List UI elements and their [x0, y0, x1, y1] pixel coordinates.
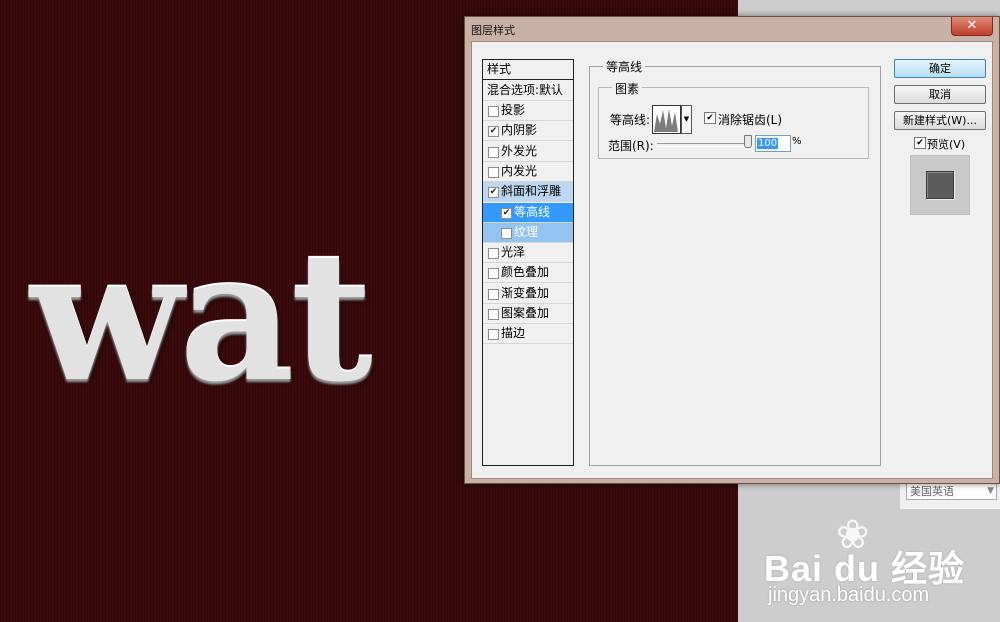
style-item[interactable]: 描边: [483, 324, 573, 345]
style-item-checkbox[interactable]: ✔: [488, 126, 499, 138]
antialias-checkbox[interactable]: ✔: [704, 112, 716, 124]
style-item[interactable]: 颜色叠加: [483, 263, 573, 284]
contour-picker[interactable]: [652, 105, 681, 134]
style-item-checkbox[interactable]: [488, 309, 499, 320]
range-value: 100: [757, 138, 779, 149]
style-item[interactable]: 外发光: [483, 142, 573, 162]
style-item-label: 描边: [501, 326, 526, 341]
style-item-checkbox[interactable]: [488, 288, 499, 300]
preview-checkbox[interactable]: ✔: [914, 137, 926, 149]
style-item[interactable]: 投影: [483, 101, 573, 121]
style-item-checkbox[interactable]: ✔: [501, 207, 512, 219]
chevron-down-icon: ▼: [987, 486, 994, 496]
style-item-label: 斜面和浮雕: [501, 184, 562, 199]
group-title: 图素: [612, 80, 643, 97]
style-item[interactable]: ✔ 斜面和浮雕: [483, 182, 573, 203]
ok-button[interactable]: 确定: [894, 59, 986, 78]
style-item-checkbox[interactable]: [488, 268, 499, 280]
style-item[interactable]: 光泽: [483, 243, 573, 264]
dialog-client: 样式 混合选项:默认 投影 ✔ 内阴影 外发光 内发光 ✔ 斜面和浮雕 ✔ 等高线 纹理 光泽 颜色叠…: [471, 41, 993, 479]
style-list-header[interactable]: 样式: [483, 60, 573, 80]
style-item[interactable]: 渐变叠加: [483, 284, 573, 304]
preview-swatch: [926, 171, 954, 199]
style-item-label: 渐变叠加: [501, 285, 550, 300]
range-input[interactable]: 100: [755, 135, 791, 152]
contour-dropdown-button[interactable]: ▼: [681, 105, 692, 134]
preview-label: 预览(V): [927, 138, 966, 151]
style-item[interactable]: 图案叠加: [483, 304, 573, 324]
layer-text: wat: [30, 212, 373, 421]
dialog-titlebar[interactable]: 图层样式 ✕: [465, 17, 999, 41]
style-preview: [910, 155, 970, 215]
contour-label: 等高线:: [610, 113, 651, 127]
style-item-checkbox[interactable]: [488, 106, 499, 117]
range-unit: %: [792, 136, 802, 147]
baidu-watermark: ❀ Bai du 经验 jingyan.baidu.com: [764, 512, 994, 612]
style-item[interactable]: 纹理: [483, 222, 573, 243]
style-item-checkbox[interactable]: [488, 146, 499, 158]
watermark-url: jingyan.baidu.com: [768, 584, 930, 606]
blend-options-label: 混合选项:默认: [487, 83, 564, 97]
style-item-label: 图案叠加: [501, 306, 550, 320]
antialias-label: 消除锯齿(L): [718, 113, 783, 127]
style-item-checkbox[interactable]: [501, 227, 512, 239]
contour-panel: 等高线 图素 等高线: ▼ ✔ 消除锯齿(L) 范围(R): 100 %: [589, 58, 881, 466]
dialog-title: 图层样式: [471, 24, 515, 37]
style-item-label: 投影: [501, 103, 526, 117]
blend-options-item[interactable]: 混合选项:默认: [483, 81, 573, 101]
style-item-label: 内发光: [501, 163, 538, 178]
style-item-label: 光泽: [501, 245, 526, 260]
style-item-label: 内阴影: [501, 123, 538, 138]
style-item-label: 颜色叠加: [501, 265, 550, 280]
style-item-label: 纹理: [514, 224, 539, 239]
style-list: 样式 混合选项:默认 投影 ✔ 内阴影 外发光 内发光 ✔ 斜面和浮雕 ✔ 等高线 纹理 光泽 颜色叠…: [482, 59, 574, 466]
style-item[interactable]: ✔ 内阴影: [483, 121, 573, 142]
range-slider-handle[interactable]: [744, 135, 752, 148]
range-slider-track[interactable]: [657, 143, 749, 147]
close-button[interactable]: ✕: [951, 17, 993, 36]
panel-title: 等高线: [603, 58, 646, 75]
range-label: 范围(R):: [608, 139, 654, 153]
close-icon: ✕: [966, 18, 978, 33]
style-item[interactable]: 内发光: [483, 162, 573, 182]
contour-curve-icon: [654, 109, 678, 132]
elements-group: 图素 等高线: ▼ ✔ 消除锯齿(L) 范围(R): 100 %: [598, 80, 869, 159]
language-select-value: 美国英语: [910, 485, 954, 498]
style-item-checkbox[interactable]: ✔: [488, 187, 499, 199]
style-item[interactable]: ✔ 等高线: [483, 202, 573, 223]
style-item-checkbox[interactable]: [488, 166, 499, 178]
style-item-label: 外发光: [501, 143, 538, 158]
layer-style-dialog: 图层样式 ✕ 样式 混合选项:默认 投影 ✔ 内阴影 外发光 内发光 ✔ 斜面和浮雕 ✔ 等高线…: [464, 16, 1000, 484]
style-item-checkbox[interactable]: [488, 248, 499, 260]
style-item-label: 等高线: [514, 204, 551, 219]
new-style-button[interactable]: 新建样式(W)...: [894, 111, 986, 130]
language-select[interactable]: 美国英语 ▼: [906, 483, 997, 500]
cancel-button[interactable]: 取消: [894, 85, 986, 104]
style-item-checkbox[interactable]: [488, 329, 499, 341]
style-list-header-label: 样式: [487, 62, 512, 76]
